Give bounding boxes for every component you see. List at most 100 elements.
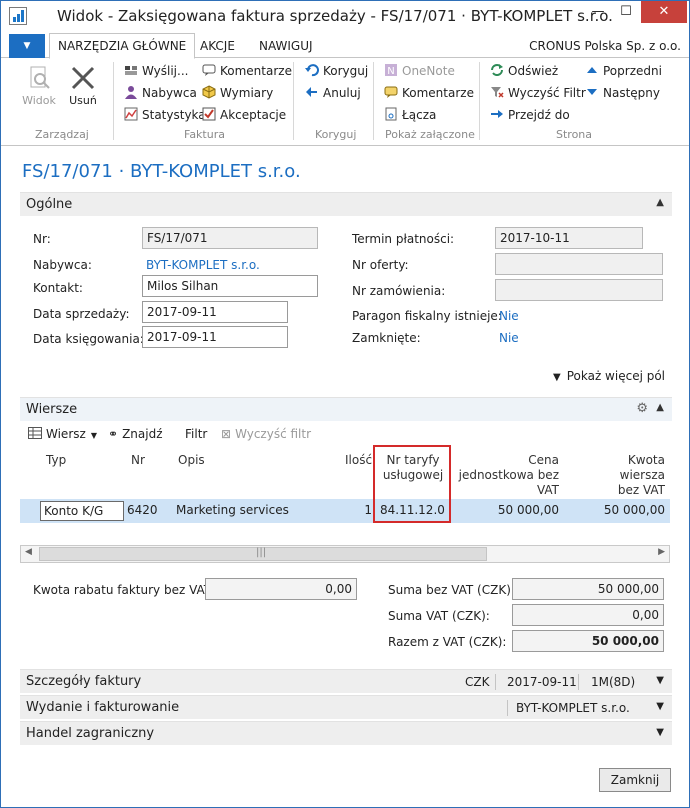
komentarze-button[interactable]: Komentarze: [202, 62, 292, 80]
group-label-faktura: Faktura: [184, 128, 225, 141]
zamkniete-label: Zamknięte:: [352, 331, 421, 345]
wiersz-label: Wiersz: [46, 427, 86, 441]
suma-bez-vat-field[interactable]: 50 000,00: [512, 578, 664, 600]
komentarze-zalaczone-button[interactable]: Komentarze: [384, 84, 474, 102]
minimize-button[interactable]: —: [585, 1, 611, 23]
show-more-fields-button[interactable]: ▼ Pokaż więcej pól: [553, 369, 665, 383]
col-ilosc[interactable]: Ilość: [345, 453, 372, 468]
paragon-value[interactable]: Nie: [499, 309, 519, 323]
tab-nawiguj[interactable]: NAWIGUJ: [259, 39, 313, 53]
grip-icon: |||: [256, 547, 267, 558]
close-window-button[interactable]: ✕: [641, 1, 687, 23]
onenote-label: OneNote: [402, 64, 455, 78]
kontakt-field[interactable]: Milos Silhan: [142, 275, 318, 297]
nr-oferty-label: Nr oferty:: [352, 258, 409, 272]
chevron-down-icon[interactable]: ▼: [656, 675, 664, 686]
scroll-right-icon[interactable]: ▶: [658, 547, 665, 557]
tab-narzedzia-glowne[interactable]: NARZĘDZIA GŁÓWNE: [49, 33, 196, 59]
maximize-button[interactable]: ☐: [613, 1, 639, 23]
nabywca-label: Nabywca:: [33, 258, 92, 272]
section-wiersze-title: Wiersze: [26, 402, 78, 417]
suma-vat-field[interactable]: 0,00: [512, 604, 664, 626]
section-ogolne[interactable]: Ogólne ▲: [20, 192, 672, 216]
application-menu-button[interactable]: ▼: [9, 34, 45, 58]
nabywca-button[interactable]: Nabywca: [124, 84, 197, 102]
cell-ilosc[interactable]: 1: [355, 501, 375, 521]
col-opis[interactable]: Opis: [178, 453, 205, 468]
col-cena-line2: jednostkowa bez: [458, 468, 559, 482]
section-szczegoly-faktury[interactable]: Szczegóły faktury CZK 2017-09-11 1M(8D) …: [20, 669, 672, 693]
statystyka-button[interactable]: Statystyka: [124, 106, 206, 124]
group-label-koryguj: Koryguj: [315, 128, 357, 141]
cell-kwota[interactable]: 50 000,00: [568, 501, 668, 521]
wyczysc-filtr-button[interactable]: Wyczyść Filtr: [490, 84, 586, 102]
koryguj-button[interactable]: Koryguj: [305, 62, 368, 80]
lacza-button[interactable]: Łącza: [384, 106, 436, 124]
ribbon-separator: [479, 62, 480, 140]
przejdz-do-label: Przejdź do: [508, 108, 570, 122]
filtr-button[interactable]: Filtr: [185, 427, 207, 441]
nr-oferty-field[interactable]: [495, 253, 663, 275]
nabywca-label: Nabywca: [142, 86, 197, 100]
section-handel-zagraniczny[interactable]: Handel zagraniczny ▼: [20, 721, 672, 745]
col-cena[interactable]: Cena jednostkowa bez VAT: [455, 453, 559, 498]
poprzedni-label: Poprzedni: [603, 64, 662, 78]
wymiary-button[interactable]: Wymiary: [202, 84, 273, 102]
delete-icon: [71, 66, 95, 90]
razem-z-vat-field[interactable]: 50 000,00: [512, 630, 664, 652]
data-ksiegowania-field[interactable]: 2017-09-11: [142, 326, 288, 348]
odswiez-button[interactable]: Odśwież: [490, 62, 558, 80]
settings-gears-icon[interactable]: ⚙: [636, 401, 648, 416]
section-wiersze[interactable]: Wiersze ⚙ ▲: [20, 397, 672, 421]
cell-cena[interactable]: 50 000,00: [456, 501, 562, 521]
refresh-icon: [491, 64, 503, 76]
nr-field[interactable]: FS/17/071: [142, 227, 318, 249]
usun-label: Usuń: [69, 94, 97, 107]
clear-filter-icon: ⊠: [221, 427, 232, 441]
chevron-up-icon[interactable]: ▲: [656, 402, 664, 413]
anuluj-button[interactable]: Anuluj: [305, 84, 361, 102]
scrollbar-thumb[interactable]: |||: [39, 547, 487, 561]
horizontal-scrollbar[interactable]: ◀ ||| ▶: [20, 545, 670, 563]
wyczysc-filtr-lines-button[interactable]: ⊠ Wyczyść filtr: [221, 427, 311, 441]
chevron-down-icon[interactable]: ▼: [656, 727, 664, 738]
window-title: Widok - Zaksięgowana faktura sprzedaży -…: [57, 7, 613, 25]
data-sprzedazy-field[interactable]: 2017-09-11: [142, 301, 288, 323]
cell-nr[interactable]: 6420: [124, 501, 174, 521]
wyslij-button[interactable]: Wyślij...: [124, 62, 188, 80]
akceptacje-button[interactable]: Akceptacje: [202, 106, 286, 124]
table-row[interactable]: Konto K/G 6420 Marketing services 1 84.1…: [20, 499, 670, 523]
zamknij-button[interactable]: Zamknij: [599, 768, 671, 792]
col-typ[interactable]: Typ: [46, 453, 66, 468]
nastepny-button[interactable]: Następny: [585, 84, 660, 102]
section-wydanie-i-fakturowanie[interactable]: Wydanie i fakturowanie BYT-KOMPLET s.r.o…: [20, 695, 672, 719]
cancel-icon: [306, 87, 317, 97]
onenote-button[interactable]: N OneNote: [384, 62, 455, 80]
ribbon: Widok Usuń Zarządzaj Wyślij... Nabywca S…: [1, 58, 689, 146]
cell-typ[interactable]: Konto K/G: [40, 501, 124, 521]
col-nr[interactable]: Nr: [131, 453, 145, 468]
poprzedni-button[interactable]: Poprzedni: [585, 62, 662, 80]
usun-button[interactable]: Usuń: [64, 66, 102, 107]
tab-akcje[interactable]: AKCJE: [200, 39, 235, 53]
komentarze-zalaczone-label: Komentarze: [402, 86, 474, 100]
widok-button[interactable]: Widok: [20, 66, 58, 107]
section-ogolne-title: Ogólne: [26, 197, 73, 212]
nr-zamowienia-field[interactable]: [495, 279, 663, 301]
statistics-icon: [124, 107, 138, 121]
wymiary-label: Wymiary: [220, 86, 274, 100]
przejdz-do-button[interactable]: Przejdź do: [490, 106, 570, 124]
cell-opis[interactable]: Marketing services: [173, 501, 353, 521]
zamkniete-value[interactable]: Nie: [499, 331, 519, 345]
termin-value: 1M(8D): [591, 675, 636, 689]
znajdz-button[interactable]: ⚭ Znajdź: [108, 427, 163, 441]
chevron-up-icon[interactable]: ▲: [656, 197, 664, 208]
rabat-field[interactable]: 0,00: [205, 578, 357, 600]
chevron-down-icon[interactable]: ▼: [656, 701, 664, 712]
scroll-left-icon[interactable]: ◀: [25, 547, 32, 557]
app-icon: [9, 7, 27, 25]
col-kwota[interactable]: Kwota wiersza bez VAT: [579, 453, 665, 498]
nabywca-link[interactable]: BYT-KOMPLET s.r.o.: [146, 258, 260, 272]
termin-field[interactable]: 2017-10-11: [495, 227, 643, 249]
wiersz-menu-button[interactable]: Wiersz ▼: [28, 427, 97, 441]
